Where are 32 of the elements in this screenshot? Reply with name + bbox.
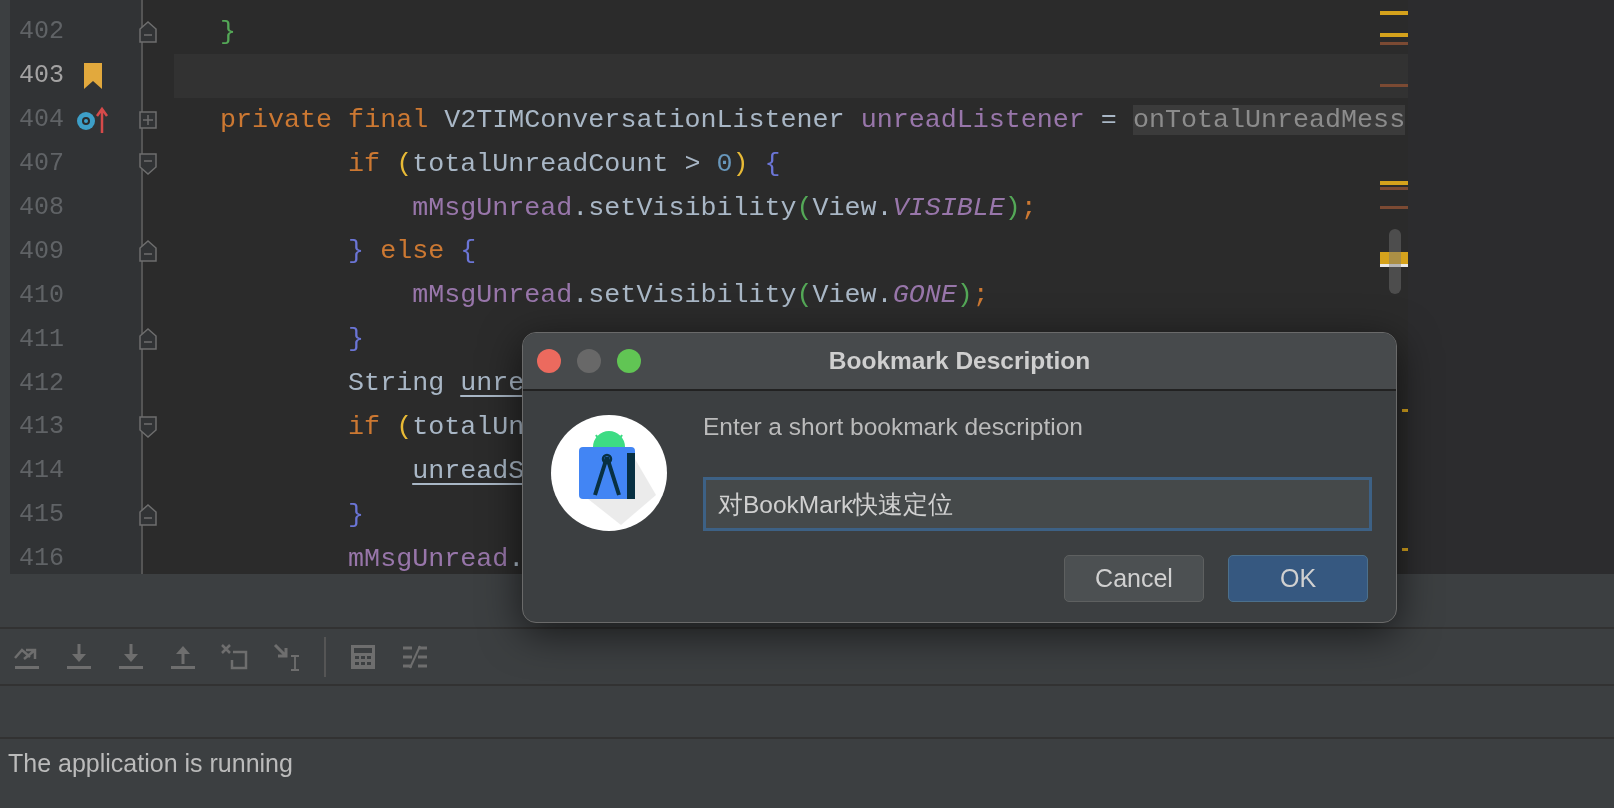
- code-line: } else {: [348, 236, 477, 267]
- fold-end-icon[interactable]: [138, 19, 158, 44]
- fold-end-icon[interactable]: [138, 239, 158, 264]
- cancel-button[interactable]: Cancel: [1064, 555, 1204, 602]
- fold-start-icon[interactable]: [138, 414, 158, 439]
- code-line: mMsgUnread.: [348, 543, 525, 574]
- ok-button[interactable]: OK: [1228, 555, 1368, 602]
- code-line: mMsgUnread.setVisibility(View.VISIBLE);: [412, 192, 1037, 223]
- dialog-prompt: Enter a short bookmark description: [703, 413, 1084, 441]
- code-line: }: [348, 499, 365, 530]
- fold-end-icon[interactable]: [138, 502, 158, 527]
- app-icon: [551, 415, 667, 531]
- zoom-window-button[interactable]: [617, 349, 641, 373]
- code-line: }: [220, 16, 236, 47]
- code-line: if (totalUnreadCount > 0) {: [348, 148, 781, 179]
- status-text: The application is running: [7, 748, 294, 778]
- description-field[interactable]: 对BookMark快速定位: [703, 477, 1372, 531]
- code-line: unreadS: [412, 455, 525, 486]
- implements-icon[interactable]: [76, 105, 110, 134]
- code-line: String unre: [348, 368, 525, 399]
- code-line: if (totalUn: [348, 411, 525, 442]
- code-line: private final V2TIMConversationListener unreadListener = onTotalUnreadMess: [220, 104, 1406, 135]
- fold-start-icon[interactable]: [138, 151, 158, 176]
- code-line: mMsgUnread.setVisibility(View.GONE);: [412, 280, 989, 311]
- fold-end-icon[interactable]: [138, 327, 158, 352]
- close-window-button[interactable]: [537, 349, 561, 373]
- dialog-title: Bookmark Description: [828, 347, 1091, 374]
- code-line: }: [348, 324, 365, 355]
- bookmark-icon[interactable]: [84, 62, 102, 89]
- line-number: 403: [18, 61, 64, 91]
- expand-icon[interactable]: [138, 109, 158, 130]
- scroll-thumb[interactable]: [1389, 229, 1401, 294]
